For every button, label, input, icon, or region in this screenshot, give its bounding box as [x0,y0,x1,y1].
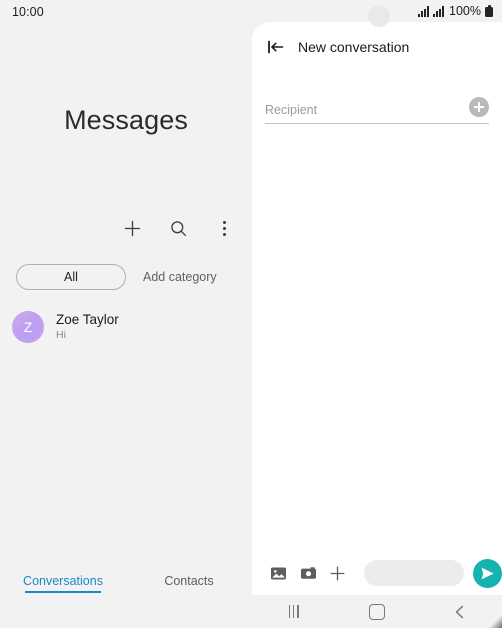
tab-contacts-label: Contacts [164,574,213,588]
conversation-title: New conversation [298,39,409,55]
add-category-button[interactable]: Add category [143,270,217,284]
search-button[interactable] [165,215,191,241]
battery-percent-label: 100% [449,4,481,18]
message-input[interactable] [364,560,464,586]
avatar: Z [12,311,44,343]
add-recipient-button[interactable] [469,97,489,117]
battery-full-icon [485,5,493,17]
android-navigation-bar [252,595,502,628]
recipient-input[interactable] [265,100,445,120]
tab-active-underline [25,591,101,593]
more-vertical-icon [222,221,226,236]
conversation-header: New conversation [252,22,409,72]
tab-conversations-label: Conversations [23,574,103,588]
phone-screen: Messages All Add category [0,0,502,628]
category-chips-row: All Add category [0,264,252,290]
category-chip-all[interactable]: All [16,264,126,290]
home-icon [369,604,385,620]
gallery-icon[interactable] [268,562,289,584]
home-button[interactable] [360,595,394,628]
back-icon [453,604,467,620]
bottom-tab-bar: Conversations Contacts [0,574,252,593]
new-message-button[interactable] [119,215,145,241]
signal-bars-icon-secondary [433,6,445,17]
tab-conversations[interactable]: Conversations [0,574,126,593]
status-indicators: 100% [418,4,493,18]
back-to-list-icon[interactable] [265,36,287,58]
tab-contacts[interactable]: Contacts [126,574,252,593]
conversation-list-pane: Messages All Add category [0,0,252,628]
recents-button[interactable] [277,595,311,628]
list-item[interactable]: Z Zoe Taylor Hi [0,303,252,351]
send-button[interactable] [473,559,502,588]
screen-corner-shadow [488,614,502,628]
list-action-bar [119,215,237,241]
new-conversation-pane: New conversation [252,22,502,628]
more-options-button[interactable] [211,215,237,241]
more-attachments-button[interactable] [327,562,348,584]
recipient-field [265,96,489,124]
page-title: Messages [0,105,252,136]
signal-bars-icon [418,6,430,17]
camera-icon[interactable] [298,562,319,584]
back-button[interactable] [443,595,477,628]
recents-icon [289,605,299,618]
contact-name: Zoe Taylor [56,312,119,328]
message-preview: Hi [56,329,119,342]
list-item-text: Zoe Taylor Hi [56,312,119,342]
compose-bar [252,551,502,595]
